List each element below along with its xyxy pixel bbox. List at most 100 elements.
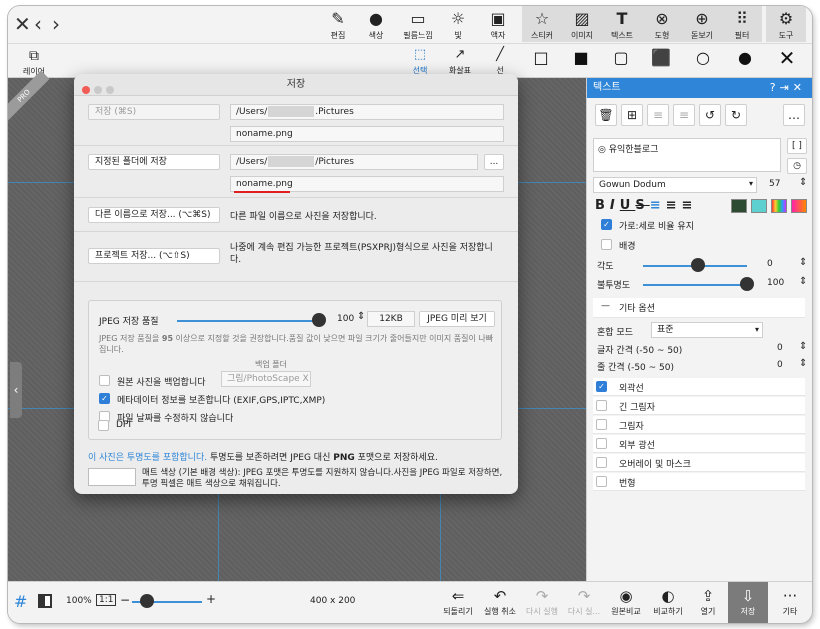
- tool-edit[interactable]: ✎ 편집: [318, 8, 358, 41]
- effect-checkbox[interactable]: ✓: [596, 381, 607, 392]
- duplicate-icon[interactable]: ⊞: [621, 104, 643, 126]
- rounded-outline-icon[interactable]: ▢: [606, 48, 636, 67]
- text-input[interactable]: ◎ 유익한블로그: [593, 138, 781, 172]
- square-filled-icon[interactable]: ■: [566, 48, 596, 67]
- undo-button[interactable]: ↶ 실행 취소: [480, 586, 520, 617]
- underline-icon[interactable]: U: [620, 198, 636, 213]
- select-tool[interactable]: ⬚ 선택: [400, 47, 440, 76]
- fixed-folder-button[interactable]: 지정된 폴더에 저장: [88, 154, 220, 170]
- save-path-field[interactable]: /Users/.Pictures: [230, 104, 504, 120]
- open-button[interactable]: ⇪ 열기: [688, 586, 728, 617]
- bold-icon[interactable]: B: [595, 198, 610, 213]
- stepper-icon[interactable]: ⇕: [357, 311, 365, 322]
- bracket-icon[interactable]: [ ]: [787, 138, 807, 154]
- compare-original-button[interactable]: ◉ 원본비교: [606, 586, 646, 617]
- trash-icon[interactable]: 🗑: [595, 104, 617, 126]
- align-left-icon[interactable]: ≡: [650, 198, 666, 213]
- fixed-filename-field[interactable]: noname.png: [230, 176, 504, 192]
- save-button[interactable]: ⇩ 저장: [728, 582, 768, 623]
- tool-frame[interactable]: ▣ 액자: [478, 8, 518, 41]
- effect-checkbox[interactable]: [596, 419, 607, 430]
- send-backward-icon[interactable]: ≡: [673, 104, 695, 126]
- grid-icon[interactable]: #: [14, 592, 27, 611]
- stepper-icon[interactable]: ⇕: [799, 257, 807, 268]
- backup-folder-field[interactable]: 그림/PhotoScape X: [221, 371, 311, 387]
- effect-checkbox[interactable]: [596, 438, 607, 449]
- ratio-button[interactable]: 1:1: [96, 594, 117, 606]
- jpeg-quality-track[interactable]: [177, 320, 319, 322]
- zoom-dot-icon[interactable]: [106, 86, 114, 94]
- tool-light[interactable]: ☼ 빛: [438, 8, 478, 41]
- effect-row[interactable]: ✓ 외곽선: [593, 378, 805, 396]
- effect-row[interactable]: 긴 그림자: [593, 397, 805, 415]
- tool-text[interactable]: T 텍스트: [602, 6, 642, 42]
- stepper-icon[interactable]: ⇕: [799, 341, 807, 352]
- pin-icon[interactable]: ⇥: [780, 81, 793, 94]
- background-checkbox[interactable]: [601, 239, 612, 250]
- layer-button[interactable]: ⧉ 레이어: [14, 48, 54, 77]
- dpi-checkbox[interactable]: [98, 420, 109, 431]
- line-tool[interactable]: ╱ 선: [480, 47, 520, 76]
- tool-magnifier[interactable]: ⊕ 돋보기: [682, 6, 722, 42]
- effect-checkbox[interactable]: [596, 400, 607, 411]
- align-right-icon[interactable]: ≡: [682, 198, 698, 213]
- tool-image[interactable]: ▨ 이미지: [562, 6, 602, 42]
- square-outline-icon[interactable]: □: [526, 48, 556, 67]
- pattern-swatch[interactable]: [751, 199, 767, 213]
- jpeg-quality-knob[interactable]: [312, 313, 326, 327]
- save-as-button[interactable]: 다른 이름으로 저장... (⌥⌘S): [88, 207, 220, 223]
- collapse-handle[interactable]: ‹: [10, 362, 22, 418]
- opacity-track[interactable]: [643, 284, 747, 286]
- effect-row[interactable]: 그림자: [593, 416, 805, 434]
- strike-icon[interactable]: S: [635, 198, 649, 213]
- tool-color[interactable]: ● 색상: [356, 8, 396, 41]
- save-button[interactable]: 저장 (⌘S): [88, 104, 220, 120]
- circle-filled-icon[interactable]: ●: [730, 48, 760, 67]
- project-save-button[interactable]: 프로젝트 저장... (⌥⇧S): [88, 248, 220, 264]
- text-color-swatch[interactable]: [731, 199, 747, 213]
- zoom-value[interactable]: 100%: [66, 596, 92, 606]
- rounded-filled-icon[interactable]: ⬛: [646, 48, 676, 67]
- more-options-icon[interactable]: …: [783, 104, 805, 126]
- circle-outline-icon[interactable]: ○: [688, 48, 718, 67]
- tool-film[interactable]: ▭ 필름느낌: [398, 8, 438, 41]
- zoom-out-icon[interactable]: −: [120, 593, 130, 607]
- help-icon[interactable]: ?: [770, 81, 780, 94]
- opacity-knob[interactable]: [740, 277, 754, 291]
- redo-all-button[interactable]: ↷ 다시 실...: [564, 586, 604, 617]
- redo-button[interactable]: ↷ 다시 실행: [522, 586, 562, 617]
- rainbow-swatch[interactable]: [771, 199, 787, 213]
- effect-row[interactable]: 번형: [593, 473, 805, 491]
- font-size-value[interactable]: 57: [769, 179, 780, 189]
- effect-row[interactable]: 오버레이 및 마스크: [593, 454, 805, 472]
- align-center-icon[interactable]: ≡: [666, 198, 682, 213]
- effect-row[interactable]: 외부 광선: [593, 435, 805, 453]
- effect-checkbox[interactable]: [596, 476, 607, 487]
- zoom-knob[interactable]: [140, 594, 154, 608]
- more-button[interactable]: ··· 기타: [770, 586, 810, 617]
- revert-button[interactable]: ⇐ 되돌리기: [438, 586, 478, 617]
- backup-checkbox[interactable]: [99, 375, 110, 386]
- metadata-checkbox[interactable]: ✓: [99, 393, 110, 404]
- stepper-icon[interactable]: ⇕: [799, 177, 807, 188]
- close-dot-icon[interactable]: [82, 86, 90, 94]
- save-filename-field[interactable]: noname.png: [230, 126, 504, 142]
- close-icon[interactable]: ✕: [14, 12, 32, 36]
- compare-button[interactable]: ◐ 비교하기: [648, 586, 688, 617]
- bring-forward-icon[interactable]: ≡: [647, 104, 669, 126]
- split-view-icon[interactable]: [38, 594, 52, 608]
- effect-checkbox[interactable]: [596, 457, 607, 468]
- close-shapes-icon[interactable]: ✕: [772, 46, 802, 70]
- tool-shape[interactable]: ⊗ 도형: [642, 6, 682, 42]
- blend-select[interactable]: 표준: [651, 322, 763, 338]
- jpeg-preview-button[interactable]: JPEG 미리 보기: [419, 311, 495, 327]
- stepper-icon[interactable]: ⇕: [799, 276, 807, 287]
- other-options-toggle[interactable]: — 기타 옵션: [593, 298, 805, 318]
- browse-button[interactable]: ...: [484, 154, 504, 170]
- rotate-left-icon[interactable]: ↺: [699, 104, 721, 126]
- zoom-in-icon[interactable]: +: [206, 592, 216, 606]
- forward-icon[interactable]: ›: [50, 12, 68, 36]
- tool-tools[interactable]: ⚙ 도구: [766, 6, 806, 42]
- font-select[interactable]: Gowun Dodum: [593, 177, 757, 193]
- clock-icon[interactable]: ◷: [787, 158, 807, 174]
